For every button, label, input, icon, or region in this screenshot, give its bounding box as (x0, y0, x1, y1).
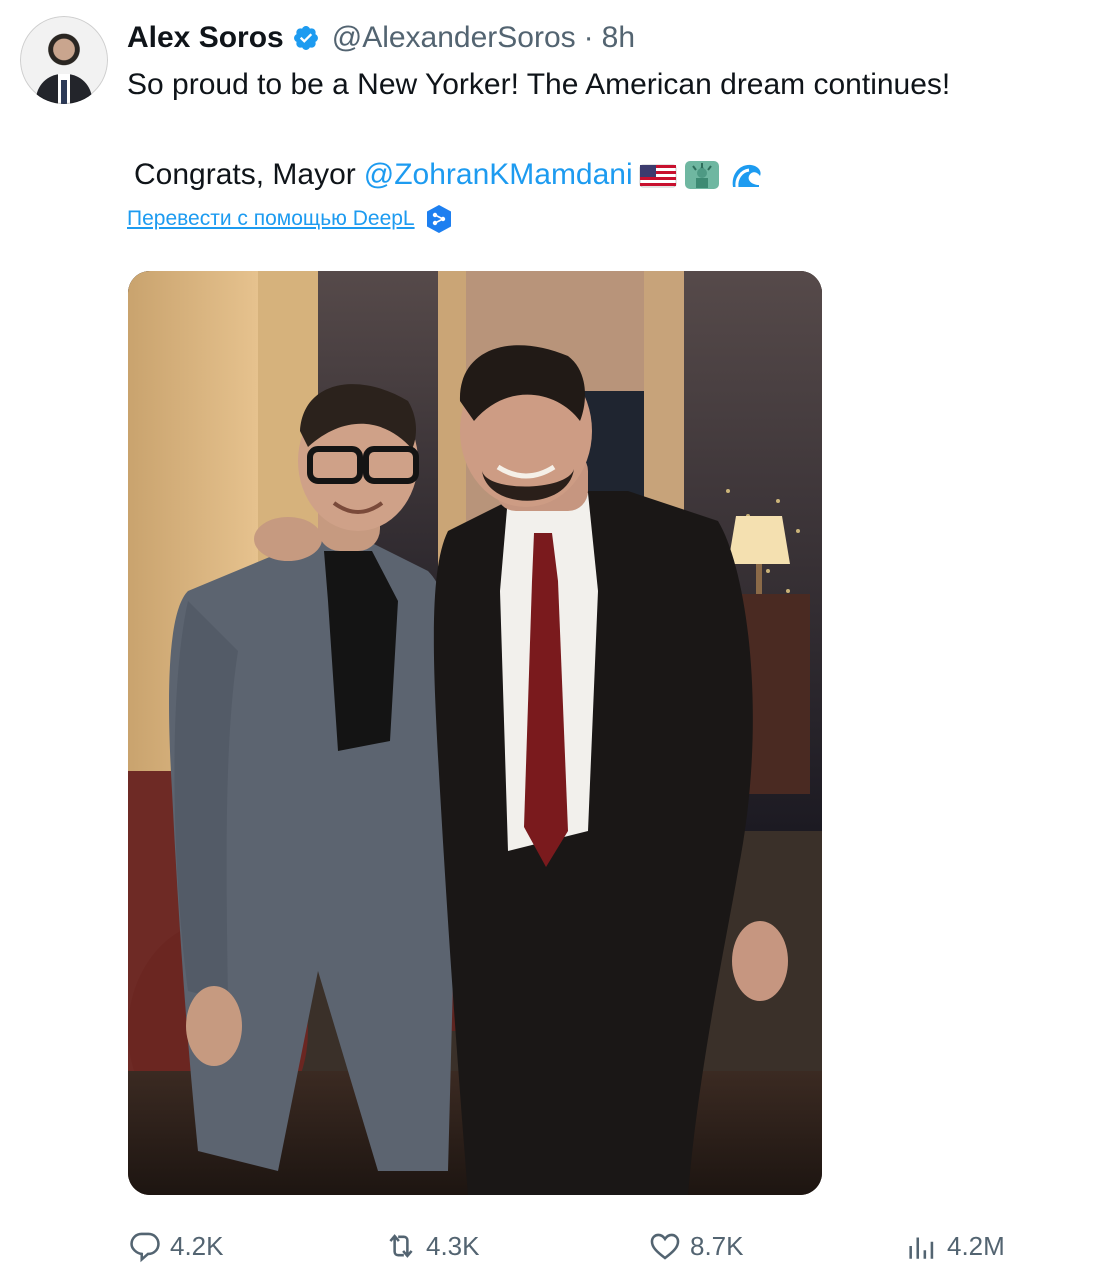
avatar-ring (20, 16, 108, 104)
reply-icon (130, 1232, 160, 1263)
deepl-icon (426, 205, 451, 233)
author-name[interactable]: Alex Soros (127, 21, 284, 55)
us-flag-emoji (639, 164, 677, 188)
translate-link[interactable]: Перевести с помощью DeepL (127, 204, 453, 234)
verified-badge-icon (293, 26, 318, 50)
tweet-text: So proud to be a New Yorker! The America… (127, 68, 951, 101)
repost-count: 4.3K (426, 1230, 480, 1261)
tweet-photo[interactable] (128, 271, 822, 1195)
like-count: 8.7K (690, 1230, 744, 1261)
tweet-congrats-line: Congrats, Mayor @ZohranKMamdani (134, 154, 765, 196)
views-button[interactable]: 4.2M (905, 1226, 1005, 1266)
heart-icon (650, 1233, 680, 1260)
views-chart-icon (909, 1237, 934, 1259)
statue-of-liberty-emoji (684, 161, 719, 189)
tweet-header: Alex Soros @AlexanderSoros · 8h (127, 18, 635, 58)
reply-button[interactable]: 4.2K (128, 1226, 224, 1266)
author-handle[interactable]: @AlexanderSoros (332, 21, 576, 55)
header-separator: · (583, 21, 594, 54)
wave-emoji (732, 164, 761, 188)
tweet-actions: 4.2K 4.3K 8.7K 4.2M (0, 1226, 1119, 1266)
mention-link[interactable]: @ZohranKMamdani (364, 154, 633, 196)
photo-illustration (128, 271, 822, 1195)
like-button[interactable]: 8.7K (648, 1226, 744, 1266)
reply-count: 4.2K (170, 1230, 224, 1261)
repost-button[interactable]: 4.3K (384, 1226, 480, 1266)
avatar[interactable] (20, 16, 108, 104)
congrats-text: Congrats, Mayor (134, 158, 356, 191)
tweet-time[interactable]: 8h (602, 21, 635, 55)
views-count: 4.2M (947, 1230, 1005, 1261)
translate-label: Перевести с помощью DeepL (127, 207, 415, 230)
repost-icon (389, 1234, 413, 1258)
